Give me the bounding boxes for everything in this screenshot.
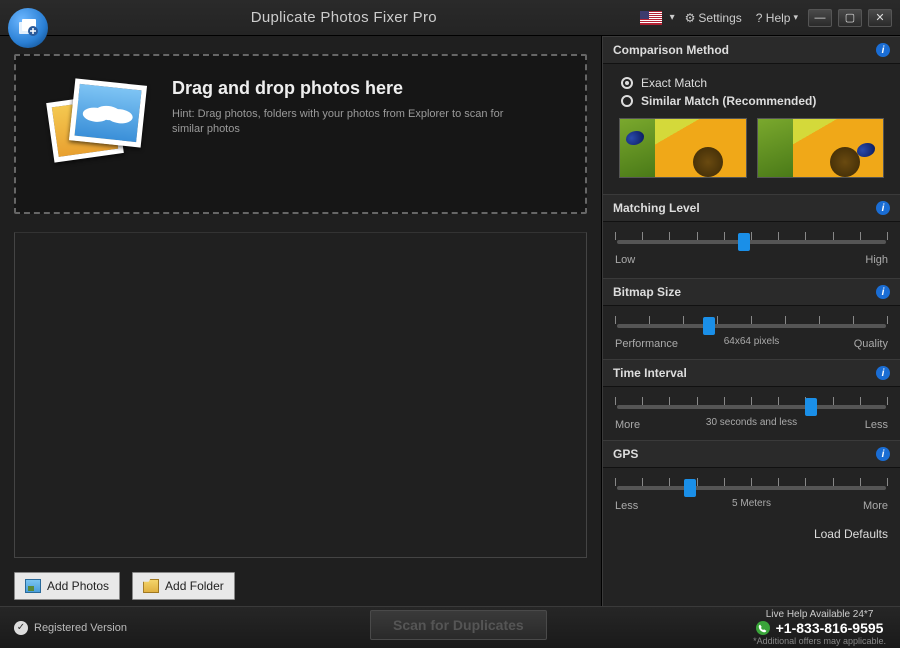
language-flag-icon[interactable] <box>640 11 662 25</box>
info-icon[interactable]: i <box>876 285 890 299</box>
comparison-method-header: Comparison Method i <box>603 36 900 64</box>
info-icon[interactable]: i <box>876 43 890 57</box>
language-dropdown-icon[interactable]: ▾ <box>670 12 675 23</box>
close-button[interactable]: ✕ <box>868 9 892 27</box>
gps-slider[interactable] <box>615 476 888 492</box>
time-interval-slider[interactable] <box>615 395 888 411</box>
info-icon[interactable]: i <box>876 366 890 380</box>
load-defaults-link[interactable]: Load Defaults <box>603 521 900 547</box>
live-help-availability: Live Help Available 24*7 <box>753 609 886 621</box>
time-interval-value: 30 seconds and less <box>615 417 888 428</box>
slider-thumb[interactable] <box>684 479 696 497</box>
bitmap-size-slider[interactable] <box>615 314 888 330</box>
chevron-down-icon: ▾ <box>793 12 798 23</box>
gear-icon: ⚙ <box>685 11 696 25</box>
info-icon[interactable]: i <box>876 201 890 215</box>
comparison-preview <box>619 118 884 178</box>
drop-zone-hint: Hint: Drag photos, folders with your pho… <box>172 107 512 138</box>
radio-icon <box>621 77 633 89</box>
minimize-button[interactable]: — <box>808 9 832 27</box>
live-help-disclaimer: *Additional offers may applicable. <box>753 636 886 646</box>
radio-icon <box>621 95 633 107</box>
drop-zone-heading: Drag and drop photos here <box>172 78 512 99</box>
settings-panel: Comparison Method i Exact Match Similar … <box>602 36 900 606</box>
slider-thumb[interactable] <box>703 317 715 335</box>
slider-high-label: Less <box>865 419 888 431</box>
check-icon: ✓ <box>14 621 28 635</box>
scan-duplicates-button[interactable]: Scan for Duplicates <box>370 610 547 640</box>
slider-high-label: Quality <box>854 338 888 350</box>
radio-exact-match[interactable]: Exact Match <box>621 76 882 90</box>
phone-icon <box>756 621 770 635</box>
gps-value: 5 Meters <box>615 498 888 509</box>
matching-level-header: Matching Level i <box>603 194 900 222</box>
time-interval-header: Time Interval i <box>603 359 900 387</box>
titlebar: Duplicate Photos Fixer Pro ▾ ⚙Settings ?… <box>0 0 900 36</box>
app-logo <box>8 8 48 48</box>
main-area: Drag and drop photos here Hint: Drag pho… <box>0 36 900 606</box>
left-pane: Drag and drop photos here Hint: Drag pho… <box>0 36 602 606</box>
drop-zone-illustration <box>44 78 154 188</box>
registered-version-link[interactable]: ✓ Registered Version <box>14 621 127 635</box>
add-folder-button[interactable]: Add Folder <box>132 572 235 600</box>
add-photos-button[interactable]: Add Photos <box>14 572 120 600</box>
slider-high-label: More <box>863 500 888 512</box>
comparison-thumb-right <box>757 118 885 178</box>
photo-icon <box>25 579 41 593</box>
app-title: Duplicate Photos Fixer Pro <box>48 9 640 26</box>
drop-zone[interactable]: Drag and drop photos here Hint: Drag pho… <box>14 54 587 214</box>
matching-level-slider[interactable] <box>615 230 888 246</box>
gps-header: GPS i <box>603 440 900 468</box>
slider-thumb[interactable] <box>738 233 750 251</box>
maximize-button[interactable]: ▢ <box>838 9 862 27</box>
slider-low-label: Performance <box>615 338 678 350</box>
slider-low-label: More <box>615 419 640 431</box>
live-help-phone: +1-833-816-9595 <box>776 620 884 636</box>
slider-low-label: Low <box>615 254 635 266</box>
help-link[interactable]: ? Help▾ <box>752 9 802 27</box>
slider-high-label: High <box>865 254 888 266</box>
bitmap-size-header: Bitmap Size i <box>603 278 900 306</box>
comparison-thumb-left <box>619 118 747 178</box>
slider-low-label: Less <box>615 500 638 512</box>
folder-icon <box>143 579 159 593</box>
slider-thumb[interactable] <box>805 398 817 416</box>
radio-similar-match[interactable]: Similar Match (Recommended) <box>621 94 882 108</box>
live-help-block[interactable]: Live Help Available 24*7 +1-833-816-9595… <box>753 609 886 647</box>
settings-link[interactable]: ⚙Settings <box>681 9 746 27</box>
info-icon[interactable]: i <box>876 447 890 461</box>
file-list-well <box>14 232 587 558</box>
footer: ✓ Registered Version Scan for Duplicates… <box>0 606 900 648</box>
